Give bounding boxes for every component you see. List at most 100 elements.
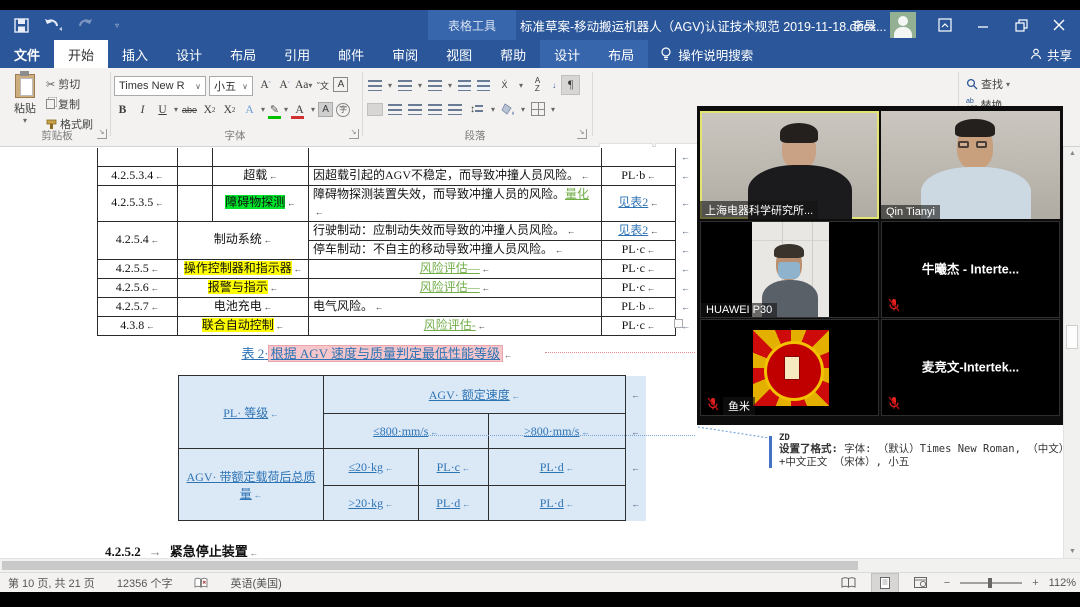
copy-button[interactable]: 复制	[46, 96, 93, 112]
table1-cutoff-cell[interactable]	[178, 148, 213, 166]
strikethrough-button[interactable]: abe	[181, 101, 198, 119]
qat-customize-icon[interactable]: ▿	[106, 14, 128, 36]
item-name[interactable]: 联合自动控制	[178, 316, 309, 335]
risk-description[interactable]: 风险评估-	[309, 316, 602, 335]
superscript-button[interactable]: X2	[221, 101, 238, 119]
tile-niu-xijie[interactable]: 牛曦杰 - Interte...	[881, 221, 1060, 318]
ribbon-display-options-icon[interactable]	[928, 10, 962, 40]
table-resize-handle[interactable]	[674, 319, 683, 328]
item-name[interactable]: 超载	[213, 166, 309, 185]
table2-caption[interactable]: 表 2·根据 AGV 速度与质量判定最低性能等级	[97, 343, 657, 362]
table1-cutoff-cell[interactable]	[309, 148, 602, 166]
web-layout-icon[interactable]	[908, 574, 934, 592]
asian-layout-button[interactable]: X́	[496, 76, 513, 94]
pl-value[interactable]: PL·b	[602, 297, 676, 316]
tab-审阅[interactable]: 审阅	[378, 40, 432, 68]
read-mode-icon[interactable]	[836, 574, 862, 592]
italic-button[interactable]: I	[134, 101, 151, 119]
phonetic-guide-button[interactable]: ˘文	[314, 76, 331, 94]
tab-视图[interactable]: 视图	[432, 40, 486, 68]
t2-rated-speed-cell[interactable]: AGV· 额定速度	[324, 376, 626, 414]
risk-description[interactable]: 风险评估—	[309, 278, 602, 297]
enclose-characters-button[interactable]: 字	[336, 103, 350, 117]
revision-comment[interactable]: ZD 设置了格式: 字体: （默认）Times New Roman, （中文）+…	[779, 433, 1075, 469]
text-effects-button[interactable]: A	[241, 101, 258, 119]
table1-cutoff-cell[interactable]	[213, 148, 309, 166]
pl-value[interactable]: PL·c	[602, 316, 676, 335]
font-color-button[interactable]: A	[291, 100, 308, 119]
cut-button[interactable]: ✂剪切	[46, 76, 93, 92]
tab-开始[interactable]: 开始	[54, 40, 108, 68]
zoom-slider[interactable]	[960, 582, 1022, 584]
justify-button[interactable]	[428, 104, 442, 115]
align-center-button[interactable]	[388, 104, 402, 115]
pl-value[interactable]: PL·c	[602, 240, 676, 259]
subscript-button[interactable]: X2	[201, 101, 218, 119]
undo-icon[interactable]	[42, 14, 64, 36]
clause-number[interactable]: 4.2.5.3.4	[98, 166, 178, 185]
decrease-indent-button[interactable]	[458, 80, 471, 91]
video-tile-huawei-p30[interactable]: HUAWEI P30	[700, 221, 879, 318]
character-border-button[interactable]: A	[333, 77, 348, 92]
t2-cell-high-high[interactable]: PL·d	[489, 486, 626, 521]
clause-number[interactable]: 4.2.5.3.5	[98, 185, 178, 221]
paragraph-dialog-launcher[interactable]: ↘	[577, 129, 587, 139]
zoom-in-icon[interactable]: +	[1032, 577, 1038, 589]
merged-continuation-cell[interactable]	[178, 185, 213, 221]
t2-pl-level-cell[interactable]: PL· 等级	[179, 376, 324, 449]
t2-cell-low-low[interactable]: PL·c	[419, 449, 489, 486]
risk-description[interactable]: 电气风险。	[309, 297, 602, 316]
clause-number[interactable]: 4.3.8	[98, 316, 178, 335]
font-dialog-launcher[interactable]: ↘	[349, 129, 359, 139]
underline-button[interactable]: U	[154, 101, 171, 119]
close-button[interactable]	[1042, 10, 1076, 40]
tab-插入[interactable]: 插入	[108, 40, 162, 68]
contextual-tab-设计[interactable]: 设计	[540, 40, 594, 68]
bullets-button[interactable]	[368, 80, 382, 91]
vertical-scrollbar[interactable]: ▲ ▼	[1063, 147, 1080, 558]
multilevel-list-button[interactable]	[428, 80, 442, 91]
scroll-up-icon[interactable]: ▲	[1064, 150, 1080, 157]
horizontal-scrollbar[interactable]	[0, 558, 1080, 572]
tab-引用[interactable]: 引用	[270, 40, 324, 68]
distribute-button[interactable]	[448, 104, 462, 115]
highlight-color-button[interactable]: ✎	[268, 100, 281, 119]
caption-highlight[interactable]: 根据 AGV 速度与质量判定最低性能等级	[269, 346, 502, 361]
risk-description[interactable]: 停车制动：不自主的移动导致冲撞人员风险。	[309, 240, 602, 259]
pl-value[interactable]: 见表2	[602, 185, 676, 221]
print-layout-icon[interactable]	[872, 574, 898, 592]
sort-button[interactable]: AZ	[529, 76, 546, 94]
pl-value[interactable]: PL·c	[602, 259, 676, 278]
horizontal-scroll-thumb[interactable]	[2, 561, 858, 570]
minimize-button[interactable]	[966, 10, 1000, 40]
item-name[interactable]: 操作控制器和指示器	[178, 259, 309, 278]
zoom-out-icon[interactable]: −	[944, 577, 950, 589]
show-marks-button[interactable]: ¶	[562, 76, 579, 94]
share-button[interactable]: 共享	[1030, 40, 1072, 68]
vertical-scroll-thumb[interactable]	[1066, 325, 1078, 349]
font-size-combo[interactable]: 小五∨	[209, 76, 253, 96]
page-indicator[interactable]: 第 10 页, 共 21 页	[8, 575, 95, 591]
item-name[interactable]: 报警与指示	[178, 278, 309, 297]
pl-value[interactable]: PL·c	[602, 278, 676, 297]
avatar[interactable]	[890, 12, 916, 38]
bold-button[interactable]: B	[114, 101, 131, 119]
item-name[interactable]: 障碍物探测	[213, 185, 309, 221]
redo-icon[interactable]	[74, 14, 96, 36]
clipboard-dialog-launcher[interactable]: ↘	[97, 129, 107, 139]
risk-description[interactable]: 行驶制动：应制动失效而导致的冲撞人员风险。	[309, 221, 602, 240]
borders-button[interactable]	[531, 102, 545, 116]
table1-cutoff-cell[interactable]	[602, 148, 676, 166]
tab-file[interactable]: 文件	[0, 40, 54, 68]
tell-me-search[interactable]: 操作说明搜索	[648, 40, 765, 68]
pl-value[interactable]: 见表2	[602, 221, 676, 240]
tile-mai-jingwen[interactable]: 麦竞文-Intertek...	[881, 319, 1060, 416]
t2-speed-low-cell[interactable]: ≤800·mm/s	[324, 414, 489, 449]
video-conference-overlay[interactable]: 上海电器科学研究所... Qin Tianyi HUAWEI P30 牛曦杰 -…	[697, 106, 1063, 425]
word-count[interactable]: 12356 个字	[117, 575, 173, 591]
save-icon[interactable]	[10, 14, 32, 36]
contextual-tab-布局[interactable]: 布局	[594, 40, 648, 68]
align-right-button[interactable]	[408, 104, 422, 115]
t2-cell-high-low[interactable]: PL·d	[419, 486, 489, 521]
line-spacing-button[interactable]: ↕	[468, 100, 485, 118]
